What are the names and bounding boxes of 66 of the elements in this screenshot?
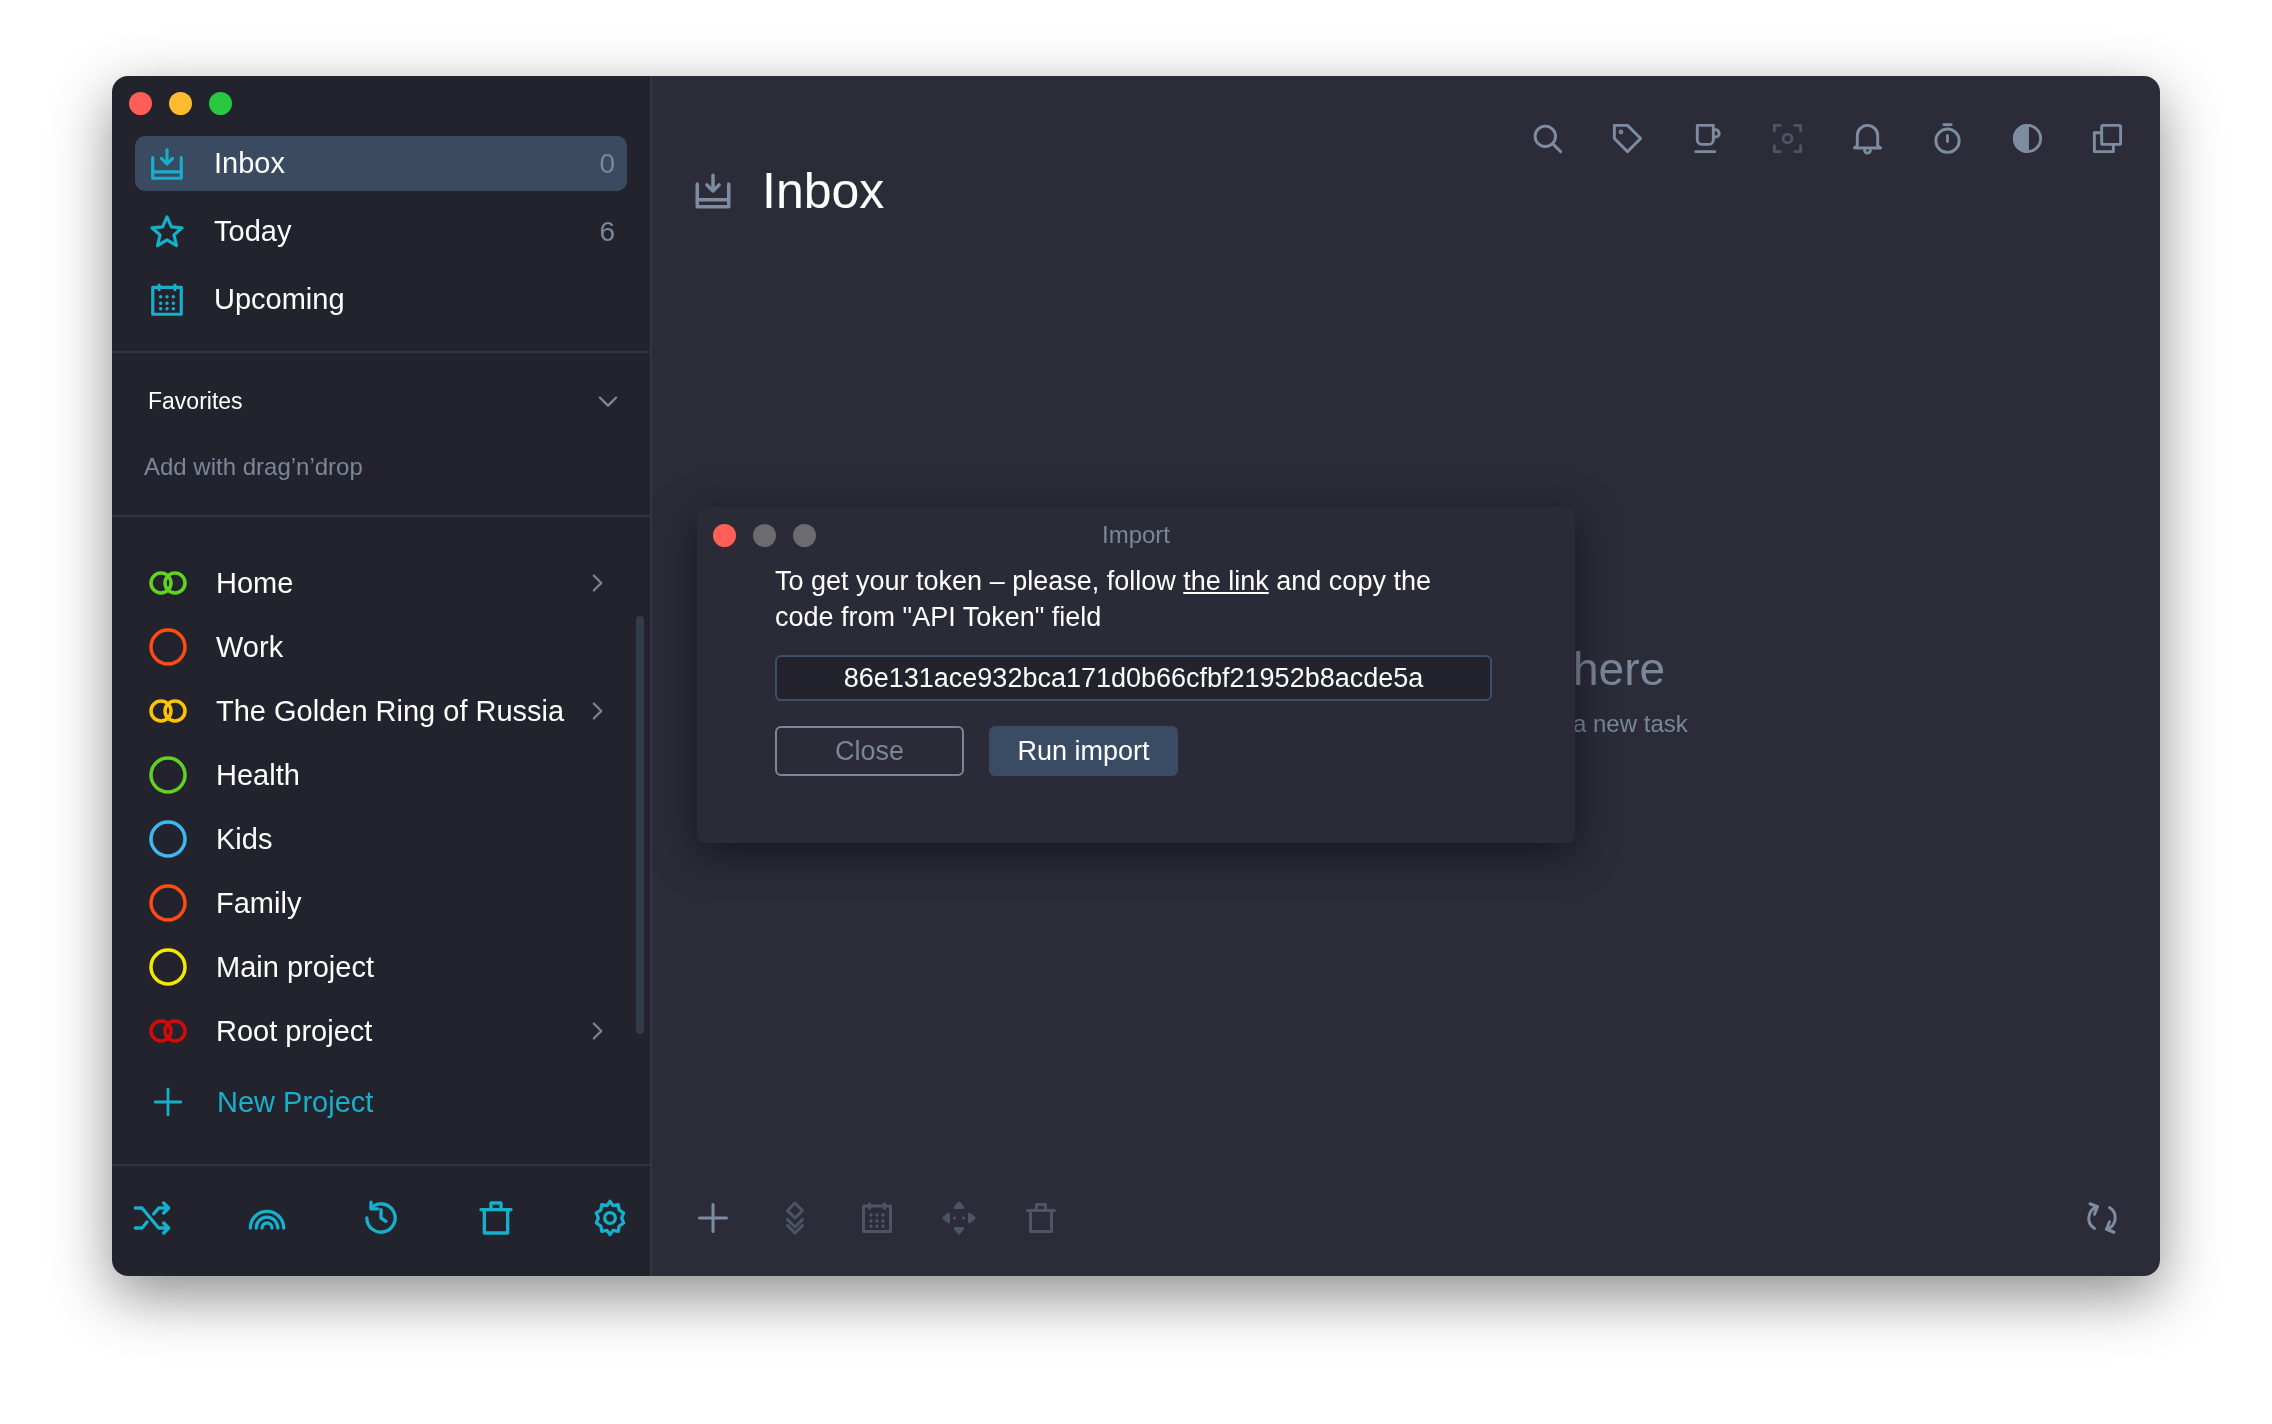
trash-icon xyxy=(1023,1200,1059,1236)
toolbar-button[interactable] xyxy=(2090,121,2125,156)
new-project-button[interactable]: New Project xyxy=(148,1070,610,1134)
section-title: Favorites xyxy=(148,387,243,415)
move-icon xyxy=(941,1200,977,1236)
project-item[interactable]: Home xyxy=(148,551,610,615)
toolbar-button[interactable] xyxy=(1850,121,1885,156)
project-item[interactable]: Root project xyxy=(148,999,610,1063)
zoom-window-button[interactable] xyxy=(209,92,232,115)
contrast-icon xyxy=(2010,121,2045,156)
close-dialog-button[interactable] xyxy=(713,524,736,547)
sync-button[interactable] xyxy=(2084,1200,2120,1236)
close-window-button[interactable] xyxy=(129,92,152,115)
toolbar-button[interactable] xyxy=(1610,121,1645,156)
project-name: Work xyxy=(216,630,285,664)
project-name: The Golden Ring of Russia xyxy=(216,694,566,728)
token-input-field[interactable]: 86e131ace932bca171d0b66cfbf21952b8acde5a xyxy=(775,655,1492,701)
toolbar-button[interactable] xyxy=(132,1198,172,1238)
zoom-dialog-button[interactable] xyxy=(793,524,816,547)
minimize-dialog-button[interactable] xyxy=(753,524,776,547)
focus-icon xyxy=(1770,121,1805,156)
shuffle-icon xyxy=(132,1198,172,1238)
favorites-hint: Add with drag’n’drop xyxy=(144,453,364,481)
dialog-title: Import xyxy=(1102,521,1170,549)
empty-state-title: here xyxy=(1573,642,1667,696)
project-item[interactable]: Health xyxy=(148,743,610,807)
copy-icon xyxy=(2090,121,2125,156)
project-name: Family xyxy=(216,886,303,920)
project-item[interactable]: Family xyxy=(148,871,610,935)
scrollbar[interactable] xyxy=(636,616,644,1034)
nav-label: Today xyxy=(214,215,293,248)
project-item[interactable]: Work xyxy=(148,615,610,679)
ring-icon xyxy=(148,627,188,667)
item-count: 6 xyxy=(599,215,615,248)
nav-item[interactable]: Inbox 0 xyxy=(135,136,627,191)
tag-icon xyxy=(1610,121,1645,156)
token-link[interactable]: the link xyxy=(1183,566,1269,596)
project-item[interactable]: Kids xyxy=(148,807,610,871)
project-name: Root project xyxy=(216,1014,374,1048)
instruction-text: To get your token – please, follow the link and copy the code from "API Token" field xyxy=(775,565,1432,634)
toolbar-button[interactable] xyxy=(2010,121,2045,156)
bell-icon xyxy=(1850,121,1885,156)
ring-icon xyxy=(148,947,188,987)
ring-icon xyxy=(148,755,188,795)
toolbar-button[interactable] xyxy=(695,1200,731,1236)
page-title: Inbox xyxy=(762,162,885,220)
project-name: Kids xyxy=(216,822,274,856)
minimize-window-button[interactable] xyxy=(169,92,192,115)
ring-icon xyxy=(148,883,188,923)
project-name: Health xyxy=(216,758,301,792)
project-item[interactable]: Main project xyxy=(148,935,610,999)
run-import-button[interactable]: Run import xyxy=(989,726,1178,776)
project-name: Main project xyxy=(216,950,375,984)
ring-icon xyxy=(148,819,188,859)
item-count: 0 xyxy=(599,147,615,180)
plus-icon xyxy=(151,1085,185,1119)
nav-label: Inbox xyxy=(214,147,286,180)
nav-item[interactable]: Today 6 xyxy=(135,204,627,259)
nav-item[interactable]: Upcoming xyxy=(135,272,627,327)
close-button[interactable]: Close xyxy=(775,726,964,776)
nav-label: Upcoming xyxy=(214,283,346,316)
project-name: Home xyxy=(216,566,295,600)
plus-icon xyxy=(695,1200,731,1236)
project-item[interactable]: The Golden Ring of Russia xyxy=(148,679,610,743)
sync-icon xyxy=(2084,1200,2120,1236)
calendar-icon xyxy=(859,1200,895,1236)
